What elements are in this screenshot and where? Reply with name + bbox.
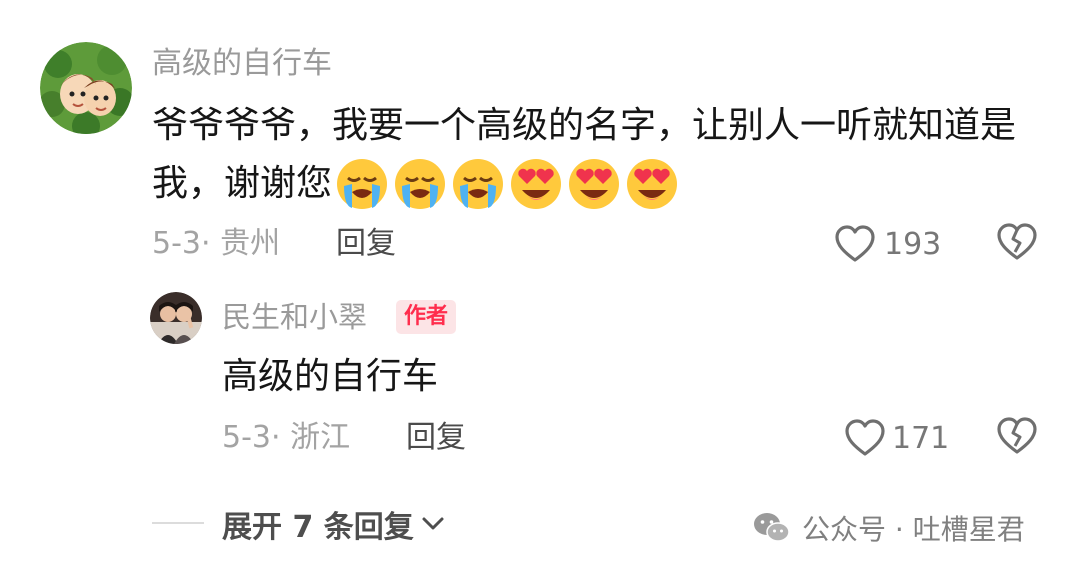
comment-text-line-2: 我，谢谢您 — [152, 163, 333, 204]
comment-like-button[interactable]: 193 — [834, 222, 941, 266]
loudly-crying-face-icon — [395, 159, 446, 209]
reply-username[interactable]: 民生和小翠 — [222, 297, 367, 337]
watermark-text: 公众号 · 吐槽星君 — [802, 513, 1025, 546]
comment-like-count: 193 — [884, 226, 942, 262]
heart-eyes-face-icon — [627, 159, 678, 209]
broken-heart-icon — [997, 223, 1037, 260]
comment-date-location: 5-3· 贵州 — [152, 226, 281, 261]
reply-like-button[interactable]: 171 — [844, 416, 949, 460]
comment-username[interactable]: 高级的自行车 — [152, 44, 332, 84]
reply-date-location: 5-3· 浙江 — [222, 420, 351, 455]
wechat-icon — [754, 513, 790, 542]
comment-text-line-2-row: 我，谢谢您 — [152, 154, 680, 214]
author-badge: 作者 — [396, 300, 457, 334]
heart-eyes-face-icon — [569, 159, 620, 209]
loudly-crying-face-icon — [453, 159, 504, 209]
expand-replies-button[interactable]: 展开 7 条回复 — [222, 502, 446, 546]
heart-outline-icon — [835, 225, 875, 262]
reply-like-count: 171 — [892, 420, 950, 456]
heart-outline-icon — [845, 419, 885, 456]
expand-divider — [152, 522, 204, 524]
loudly-crying-face-icon — [337, 159, 388, 209]
reply-reply-button[interactable]: 回复 — [406, 418, 466, 458]
comment-reply-button[interactable]: 回复 — [336, 224, 396, 264]
comment-text-line-1: 爷爷爷爷，我要一个高级的名字，让别人一听就知道是 — [152, 105, 1017, 146]
broken-heart-icon — [997, 417, 1037, 454]
heart-eyes-face-icon — [511, 159, 562, 209]
comment-avatar[interactable] — [40, 42, 132, 134]
emoji-row — [334, 156, 680, 212]
chevron-down-icon — [422, 517, 444, 530]
reply-dislike-button[interactable] — [996, 416, 1040, 460]
reply-text: 高级的自行车 — [222, 356, 439, 397]
reply-avatar[interactable] — [150, 292, 202, 344]
watermark: 公众号 · 吐槽星君 — [752, 506, 1025, 550]
comment-dislike-button[interactable] — [996, 222, 1040, 266]
expand-replies-label: 展开 7 条回复 — [222, 510, 414, 545]
